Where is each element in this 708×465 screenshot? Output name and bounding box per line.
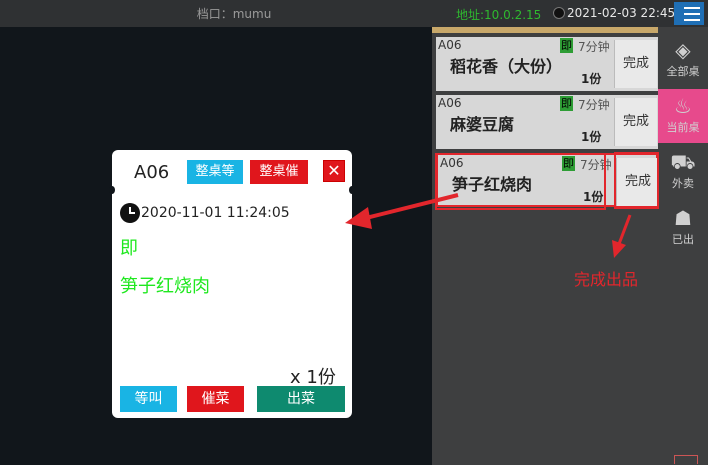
sidebar-item-all-tables[interactable]: ◈ 全部桌 [658,33,708,87]
order-time: 7分钟 [578,98,610,112]
clock-icon [120,203,140,223]
layers-icon: ◈ [675,38,691,62]
order-card[interactable]: A06 即 7分钟 麻婆豆腐 1份 完成 [436,95,658,149]
order-time: 7分钟 [578,40,610,54]
popup-table: A06 [134,162,170,183]
dish-highlight-box [435,153,606,210]
menu-icon[interactable] [674,2,704,25]
person-served-icon: ☗ [674,206,692,230]
wait-all-button[interactable]: 整桌等 [187,160,243,184]
order-table: A06 [438,96,462,110]
order-detail-popup: A06 整桌等 整桌催 ✕ 2020-11-01 11:24:05 即 笋子红烧… [109,150,355,418]
order-qty: 1份 [581,72,602,86]
complete-button[interactable]: 完成 [614,40,657,88]
order-list: A06 即 7分钟 稻花香（大份） 1份 完成 A06 即 7分钟 麻婆豆腐 1… [432,27,659,465]
corner-indicator [674,455,698,464]
sidebar: ◈ 全部桌 ♨ 当前桌 ⛟ 外卖 ☗ 已出 [658,27,708,465]
order-dish: 麻婆豆腐 [450,115,515,134]
order-datetime: 2020-11-01 11:24:05 [141,205,290,221]
sidebar-item-label: 已出 [672,233,694,246]
instant-flag: 即 [120,238,138,259]
annotation-label: 完成出品 [574,270,639,289]
done-highlight-box [614,152,659,209]
popup-dish-name: 笋子红烧肉 [120,276,210,297]
clock-icon [553,7,565,19]
scooter-icon: ⛟ [670,150,696,174]
complete-button[interactable]: 完成 [614,98,657,146]
order-qty: 1份 [581,130,602,144]
order-dish: 稻花香（大份） [450,57,563,76]
sidebar-item-takeout[interactable]: ⛟ 外卖 [658,145,708,199]
close-icon[interactable]: ✕ [323,160,345,182]
pot-icon: ♨ [674,94,692,118]
serve-button[interactable]: 出菜 [257,386,345,412]
sidebar-item-label: 当前桌 [666,121,700,134]
datetime-label: 2021-02-03 22:45 [567,6,676,20]
rush-all-button[interactable]: 整桌催 [250,160,308,184]
top-bar: 档口：mumu 地址:10.0.2.15 2021-02-03 22:45 [0,0,708,27]
station-title: 档口：mumu [196,7,272,21]
order-table: A06 [438,38,462,52]
instant-badge: 即 [560,96,573,111]
sidebar-item-current-table[interactable]: ♨ 当前桌 [658,89,708,143]
sidebar-item-label: 外卖 [672,177,694,190]
instant-badge: 即 [560,38,573,53]
call-button[interactable]: 等叫 [120,386,177,412]
address-label: 地址:10.0.2.15 [456,8,542,22]
sidebar-item-label: 全部桌 [666,65,700,78]
sidebar-item-served[interactable]: ☗ 已出 [658,201,708,255]
order-card[interactable]: A06 即 7分钟 稻花香（大份） 1份 完成 [436,37,658,91]
urge-button[interactable]: 催菜 [187,386,244,412]
